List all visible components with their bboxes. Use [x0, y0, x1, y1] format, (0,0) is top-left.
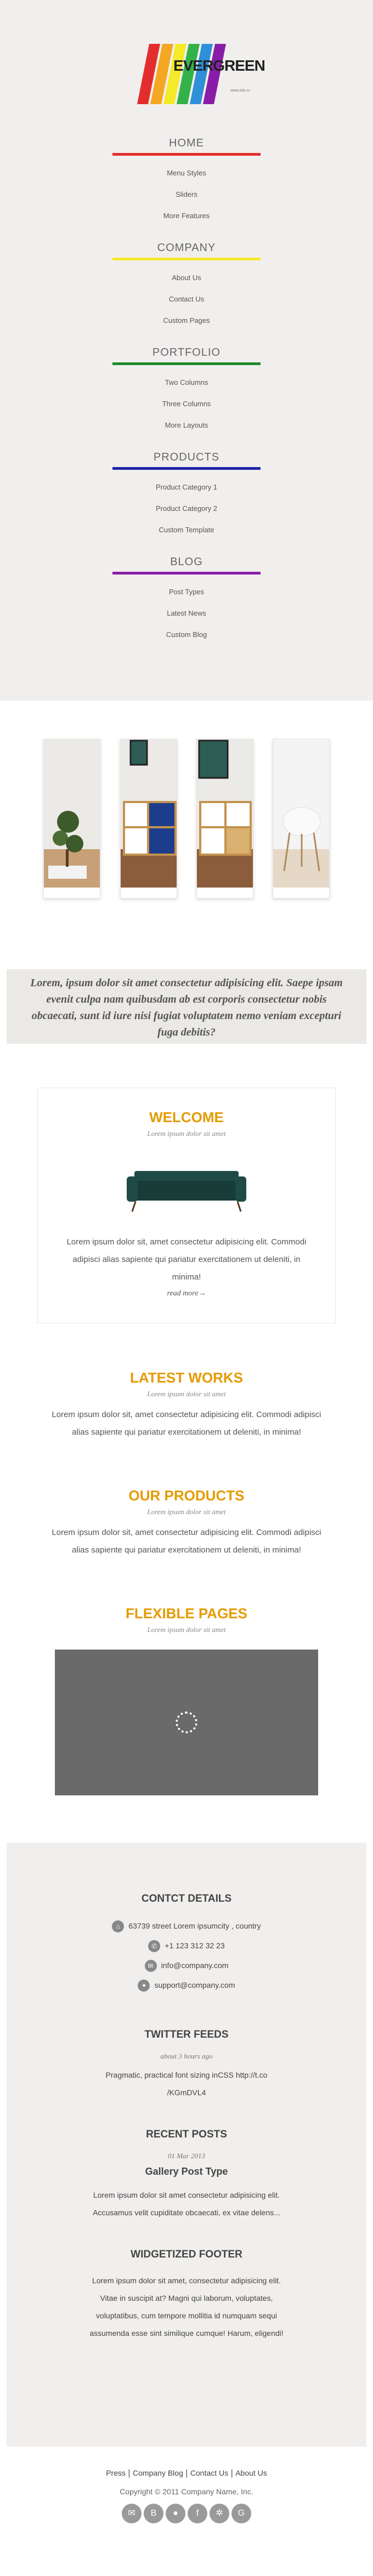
widget-text: Lorem ipsum dolor sit amet, consectetur …: [89, 2276, 284, 2338]
nav-link-two-columns[interactable]: Two Columns: [0, 372, 373, 393]
nav-link-about-us[interactable]: About Us: [0, 267, 373, 288]
home-icon: ⌂: [112, 1920, 125, 1933]
contact-title: CONTCT DETAILS: [141, 1893, 232, 1904]
support-line[interactable]: ✦ support@company.com: [7, 1975, 366, 1995]
address-text: 63739 street Lorem ipsumcity , country: [128, 1921, 261, 1930]
nav-line: [112, 467, 261, 470]
nav-link-custom-blog[interactable]: Custom Blog: [0, 624, 373, 645]
twitter-date: about 3 hours ago: [160, 2052, 213, 2060]
welcome-card: WELCOME Lorem ipsum dolor sit amet Lorem…: [37, 1088, 336, 1323]
nav-title-blog[interactable]: BLOG: [0, 556, 373, 568]
image-gallery: [0, 701, 373, 958]
video-player[interactable]: [55, 1650, 318, 1795]
loading-spinner-icon: [176, 1711, 197, 1733]
gallery-image-chair[interactable]: [273, 739, 330, 899]
sofa-image: [127, 1171, 246, 1212]
nav-link-more-layouts[interactable]: More Layouts: [0, 414, 373, 436]
nav-line: [112, 258, 261, 260]
our-products-section: OUR PRODUCTS Lorem ipsum dolor sit amet …: [0, 1487, 373, 1559]
post-excerpt: Lorem ipsum dolor sit amet consectetur a…: [93, 2191, 280, 2217]
welcome-title: WELCOME: [149, 1109, 224, 1125]
logo-subtext: www.site.ru: [230, 89, 250, 93]
latest-works-body: Lorem ipsum dolor sit, amet consectetur …: [52, 1410, 321, 1437]
gallery-image-shelf-blue[interactable]: [196, 739, 253, 899]
support-text[interactable]: support@company.com: [154, 1981, 235, 1989]
site-header: EVERGREEN www.site.ru HOME Menu Styles S…: [0, 0, 373, 701]
nav-line: [112, 153, 261, 156]
our-products-title: OUR PRODUCTS: [128, 1487, 245, 1504]
main-nav: HOME Menu Styles Sliders More Features C…: [0, 137, 373, 645]
social-icons: ✉ B ● f ✲ G: [0, 2504, 373, 2523]
email-text[interactable]: info@company.com: [161, 1961, 229, 1970]
logo[interactable]: EVERGREEN www.site.ru: [121, 22, 265, 115]
nav-link-sliders[interactable]: Sliders: [0, 184, 373, 205]
flexible-pages-subtitle: Lorem ipsum dolor sit amet: [147, 1625, 226, 1634]
post-date: 01 Mar 2013: [168, 2152, 205, 2160]
nav-link-custom-pages[interactable]: Custom Pages: [0, 310, 373, 331]
link-about-us[interactable]: About Us: [235, 2469, 267, 2477]
nav-title-products[interactable]: PRODUCTS: [0, 451, 373, 464]
mail-icon: ✉: [144, 1960, 157, 1972]
nav-company: COMPANY About Us Contact Us Custom Pages: [0, 242, 373, 331]
nav-home: HOME Menu Styles Sliders More Features: [0, 137, 373, 226]
blogger-icon[interactable]: B: [144, 2504, 163, 2523]
nav-link-latest-news[interactable]: Latest News: [0, 602, 373, 624]
flexible-pages-title: FLEXIBLE PAGES: [126, 1605, 247, 1622]
gallery-image-shelf-red[interactable]: [120, 739, 177, 899]
twitter-text[interactable]: Pragmatic, practical font sizing inCSS h…: [7, 2066, 366, 2101]
twitter-title: TWITTER FEEDS: [144, 2029, 229, 2040]
phone-icon: ✆: [148, 1940, 161, 1953]
nav-portfolio: PORTFOLIO Two Columns Three Columns More…: [0, 346, 373, 436]
our-products-body: Lorem ipsum dolor sit, amet consectetur …: [52, 1528, 321, 1555]
email-icon[interactable]: ✉: [122, 2504, 142, 2523]
widget-title: WIDGETIZED FOOTER: [131, 2249, 242, 2260]
nav-link-three-columns[interactable]: Three Columns: [0, 393, 373, 414]
nav-title-company[interactable]: COMPANY: [0, 242, 373, 254]
recent-posts-title: RECENT POSTS: [146, 2129, 227, 2140]
logo-text: EVERGREEN: [173, 57, 265, 74]
quote-banner: Lorem, ipsum dolor sit amet consectetur …: [7, 969, 366, 1044]
nav-link-custom-template[interactable]: Custom Template: [0, 519, 373, 541]
latest-works-subtitle: Lorem ipsum dolor sit amet: [147, 1390, 226, 1398]
bottom-links: Press | Company Blog | Contact Us | Abou…: [106, 2469, 267, 2478]
read-more-link[interactable]: read more→: [167, 1289, 206, 1298]
phone-text: +1 123 312 32 23: [165, 1941, 225, 1950]
nav-link-menu-styles[interactable]: Menu Styles: [0, 162, 373, 184]
latest-works-section: LATEST WORKS Lorem ipsum dolor sit amet …: [0, 1369, 373, 1441]
nav-link-contact-us[interactable]: Contact Us: [0, 288, 373, 310]
nav-title-home[interactable]: HOME: [0, 137, 373, 150]
latest-works-title: LATEST WORKS: [129, 1369, 244, 1386]
post-heading[interactable]: Gallery Post Type: [7, 2166, 366, 2177]
facebook-icon[interactable]: f: [188, 2504, 207, 2523]
flickr-icon[interactable]: ●: [166, 2504, 185, 2523]
copyright: Copyright © 2011 Company Name, Inc.: [120, 2487, 253, 2496]
welcome-subtitle: Lorem ipsum dolor sit amet: [147, 1129, 226, 1138]
phone-line: ✆ +1 123 312 32 23: [7, 1936, 366, 1955]
bottom-bar: Press | Company Blog | Contact Us | Abou…: [0, 2447, 373, 2523]
welcome-body: Lorem ipsum dolor sit, amet consectetur …: [66, 1237, 307, 1282]
nav-line: [112, 362, 261, 365]
address-line: ⌂ 63739 street Lorem ipsumcity , country: [7, 1916, 366, 1936]
nav-link-product-category-1[interactable]: Product Category 1: [0, 476, 373, 498]
link-contact-us[interactable]: Contact Us: [190, 2469, 228, 2477]
share-icon[interactable]: ✲: [210, 2504, 229, 2523]
flexible-pages-section: FLEXIBLE PAGES Lorem ipsum dolor sit ame…: [0, 1605, 373, 1634]
nav-link-more-features[interactable]: More Features: [0, 205, 373, 226]
site-footer: CONTCT DETAILS ⌂ 63739 street Lorem ipsum…: [7, 1843, 366, 2447]
nav-link-product-category-2[interactable]: Product Category 2: [0, 498, 373, 519]
link-press[interactable]: Press: [106, 2469, 126, 2477]
link-company-blog[interactable]: Company Blog: [133, 2469, 183, 2477]
our-products-subtitle: Lorem ipsum dolor sit amet: [147, 1508, 226, 1516]
support-icon: ✦: [138, 1980, 150, 1992]
nav-products: PRODUCTS Product Category 1 Product Cate…: [0, 451, 373, 541]
nav-link-post-types[interactable]: Post Types: [0, 581, 373, 602]
nav-blog: BLOG Post Types Latest News Custom Blog: [0, 556, 373, 645]
gallery-image-plant[interactable]: [43, 739, 100, 899]
email-line[interactable]: ✉ info@company.com: [7, 1955, 366, 1975]
googleplus-icon[interactable]: G: [231, 2504, 251, 2523]
nav-line: [112, 572, 261, 575]
nav-title-portfolio[interactable]: PORTFOLIO: [0, 346, 373, 359]
